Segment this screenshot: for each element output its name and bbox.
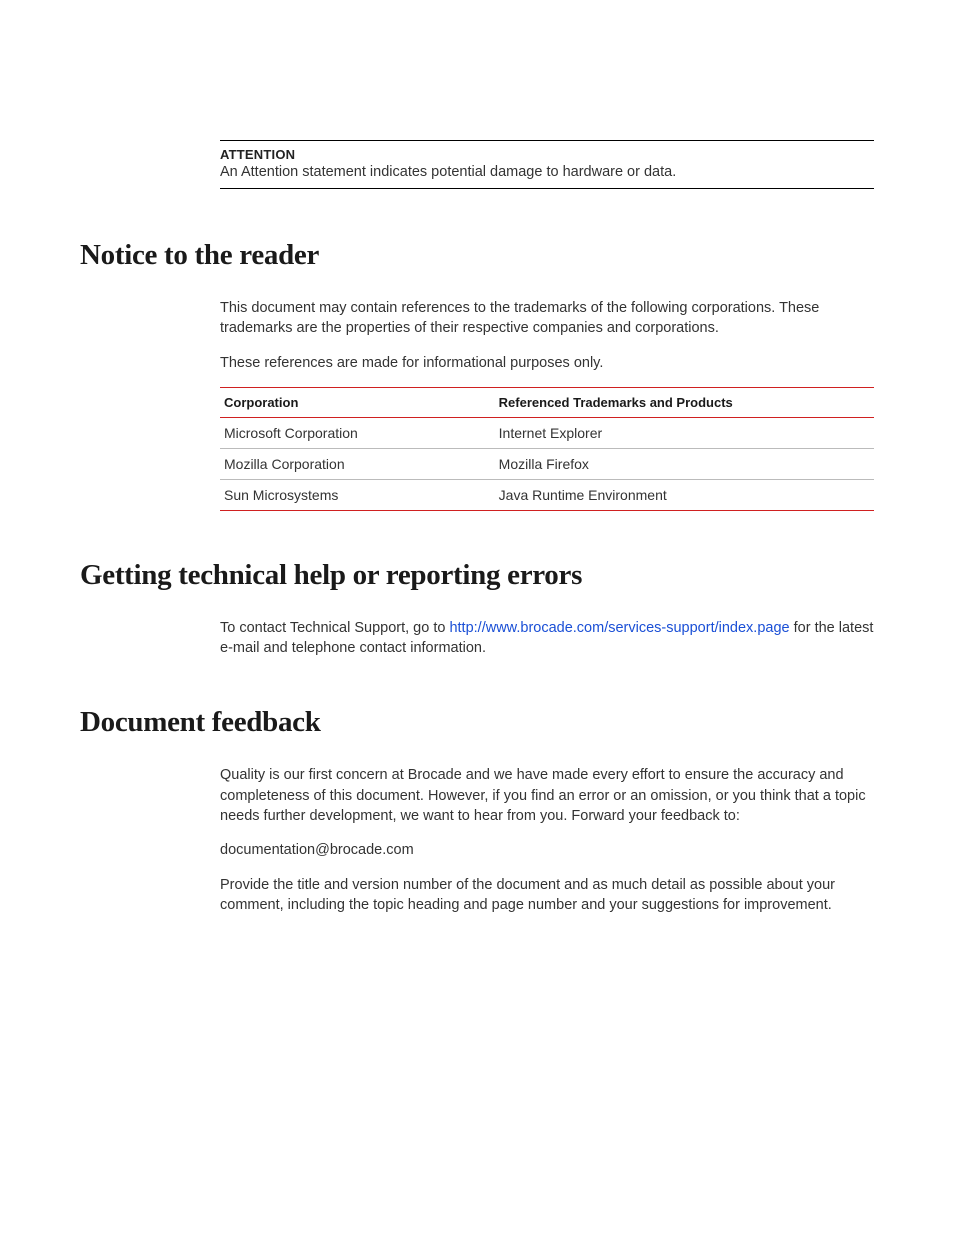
attention-box: ATTENTION An Attention statement indicat…	[220, 140, 874, 189]
attention-text: An Attention statement indicates potenti…	[220, 164, 874, 180]
table-row: Microsoft Corporation Internet Explorer	[220, 417, 874, 448]
table-cell-trademark: Mozilla Firefox	[495, 448, 874, 479]
table-cell-trademark: Internet Explorer	[495, 417, 874, 448]
notice-paragraph-2: These references are made for informatio…	[220, 353, 874, 373]
feedback-email: documentation@brocade.com	[220, 840, 874, 860]
section-support: Getting technical help or reporting erro…	[80, 559, 874, 659]
table-row: Mozilla Corporation Mozilla Firefox	[220, 448, 874, 479]
notice-paragraph-1: This document may contain references to …	[220, 298, 874, 339]
table-cell-trademark: Java Runtime Environment	[495, 479, 874, 510]
trademark-table-wrap: Corporation Referenced Trademarks and Pr…	[220, 387, 874, 511]
heading-feedback: Document feedback	[80, 706, 874, 739]
support-paragraph: To contact Technical Support, go to http…	[220, 618, 874, 659]
support-link[interactable]: http://www.brocade.com/services-support/…	[449, 620, 789, 636]
section-feedback: Document feedback Quality is our first c…	[80, 706, 874, 915]
support-text-pre: To contact Technical Support, go to	[220, 620, 449, 636]
table-row: Sun Microsystems Java Runtime Environmen…	[220, 479, 874, 510]
trademark-table: Corporation Referenced Trademarks and Pr…	[220, 387, 874, 511]
table-header-trademarks: Referenced Trademarks and Products	[495, 387, 874, 417]
section-notice: Notice to the reader This document may c…	[80, 239, 874, 511]
table-cell-corporation: Mozilla Corporation	[220, 448, 495, 479]
table-cell-corporation: Microsoft Corporation	[220, 417, 495, 448]
attention-label: ATTENTION	[220, 147, 874, 162]
heading-notice: Notice to the reader	[80, 239, 874, 272]
table-header-row: Corporation Referenced Trademarks and Pr…	[220, 387, 874, 417]
table-header-corporation: Corporation	[220, 387, 495, 417]
feedback-paragraph-2: Provide the title and version number of …	[220, 875, 874, 916]
table-cell-corporation: Sun Microsystems	[220, 479, 495, 510]
feedback-paragraph-1: Quality is our first concern at Brocade …	[220, 765, 874, 826]
heading-support: Getting technical help or reporting erro…	[80, 559, 874, 592]
